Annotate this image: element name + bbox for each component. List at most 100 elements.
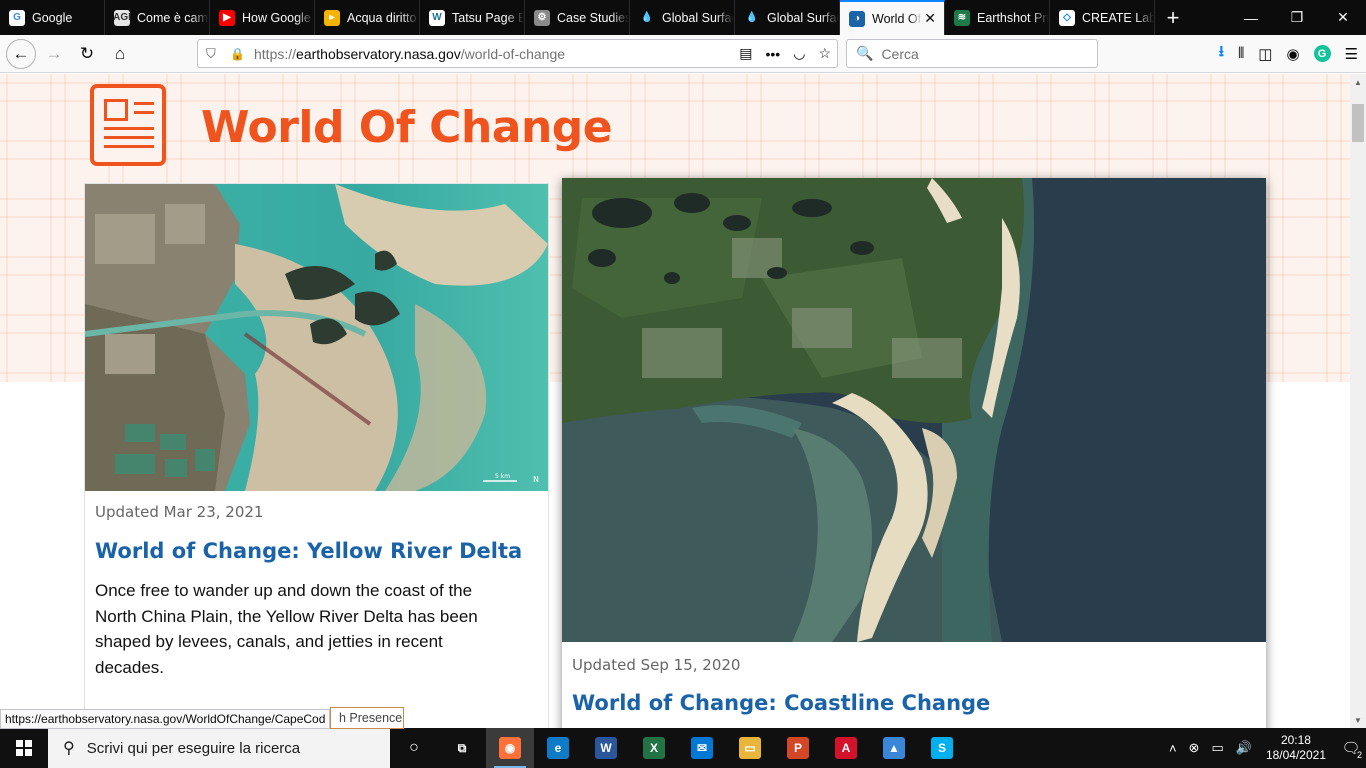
article-card-coastline-change[interactable]: Updated Sep 15, 2020 World of Change: Co… bbox=[562, 178, 1266, 728]
tab-title: Global Surface bbox=[767, 10, 839, 25]
browser-tab[interactable]: ◑ World Of Change✕ bbox=[840, 0, 945, 35]
youtube-icon: ▶ bbox=[219, 9, 235, 26]
yellow-river-delta-satellite-image[interactable]: 5 km N bbox=[85, 184, 548, 491]
sidebar-icon[interactable]: ◫ bbox=[1258, 45, 1272, 63]
back-button[interactable]: ← bbox=[6, 38, 36, 69]
browser-tab[interactable]: ⚙ Case Studies bbox=[525, 0, 630, 35]
google-icon: G bbox=[9, 9, 25, 26]
windows-logo-icon bbox=[16, 740, 32, 756]
excel-icon: X bbox=[643, 737, 665, 759]
firefox-icon: ◉ bbox=[499, 737, 521, 759]
volume-icon[interactable]: 🔊 bbox=[1236, 740, 1252, 756]
browser-tab[interactable]: ▸ Acqua diritto bbox=[315, 0, 420, 35]
north-arrow-label: N bbox=[533, 475, 539, 484]
photos-taskbar-button[interactable]: ▲ bbox=[870, 728, 918, 768]
address-bar-actions: ▤ ••• ◡ ☆ bbox=[739, 40, 831, 67]
minimize-button[interactable]: — bbox=[1228, 0, 1274, 35]
search-icon: ⚲ bbox=[63, 740, 75, 757]
browser-tab[interactable]: G Google bbox=[0, 0, 105, 35]
page-actions-icon[interactable]: ••• bbox=[766, 46, 781, 62]
start-button[interactable] bbox=[0, 728, 48, 768]
browser-tab[interactable]: ▶ How Google Earth bbox=[210, 0, 315, 35]
article-card-yellow-river[interactable]: 5 km N Updated Mar 23, 2021 World of Cha… bbox=[84, 183, 549, 728]
browser-tab[interactable]: AGI Come è cambiato bbox=[105, 0, 210, 35]
file-explorer-taskbar-button[interactable]: ▭ bbox=[726, 728, 774, 768]
close-window-button[interactable]: ✕ bbox=[1320, 0, 1366, 35]
url-text[interactable]: https://earthobservatory.nasa.gov/world-… bbox=[254, 46, 565, 62]
photos-icon: ▲ bbox=[883, 737, 905, 759]
download-icon[interactable]: ⭳ bbox=[1219, 41, 1224, 66]
forward-button[interactable]: → bbox=[39, 39, 69, 69]
partial-button[interactable]: h Presence bbox=[330, 707, 404, 729]
mail-icon: ✉ bbox=[691, 737, 713, 759]
scroll-down-arrow-icon[interactable]: ▼ bbox=[1350, 712, 1366, 728]
browser-tab[interactable]: 💧 Global Surface bbox=[630, 0, 735, 35]
search-box[interactable]: 🔍 Cerca bbox=[846, 39, 1098, 68]
article-logo-icon bbox=[90, 84, 166, 166]
system-tray: ˄ ⊗ ▭ 🔊 20:18 18/04/2021 🗨 2 bbox=[1163, 728, 1366, 768]
browser-tab[interactable]: ◇ CREATE Lab bbox=[1050, 0, 1155, 35]
clock[interactable]: 20:18 18/04/2021 bbox=[1266, 733, 1326, 763]
task-view-taskbar-button[interactable]: ⧉ bbox=[438, 728, 486, 768]
chevron-up-icon[interactable]: ˄ bbox=[1169, 741, 1177, 756]
battery-icon[interactable]: ▭ bbox=[1211, 740, 1223, 756]
skype-taskbar-button[interactable]: S bbox=[918, 728, 966, 768]
taskbar-search-box[interactable]: ⚲ Scrivi qui per eseguire la ricerca bbox=[48, 728, 390, 768]
powerpoint-taskbar-button[interactable]: P bbox=[774, 728, 822, 768]
edge-icon: e bbox=[547, 737, 569, 759]
tab-list: G Google AGI Come è cambiato ▶ How Google Ear… bbox=[0, 0, 1155, 35]
edge-taskbar-button[interactable]: e bbox=[534, 728, 582, 768]
account-icon[interactable]: ◉ bbox=[1286, 45, 1299, 63]
reload-button[interactable]: ↻ bbox=[72, 39, 102, 69]
navigation-toolbar: ← → ↻ ⌂ ⛉ 🔒 https://earthobservatory.nas… bbox=[0, 35, 1366, 73]
tracking-shield-icon[interactable]: ⛉ bbox=[206, 46, 222, 62]
card-title-link[interactable]: World of Change: Yellow River Delta bbox=[95, 539, 522, 563]
cortana-circle-icon: ○ bbox=[409, 739, 419, 756]
lock-icon[interactable]: 🔒 bbox=[230, 47, 246, 61]
water-drop-icon: 💧 bbox=[639, 9, 655, 26]
address-bar[interactable]: ⛉ 🔒 https://earthobservatory.nasa.gov/wo… bbox=[197, 39, 838, 68]
cortana-button[interactable]: ○ bbox=[390, 728, 438, 768]
cape-cod-satellite-image[interactable] bbox=[562, 178, 1266, 642]
reader-view-icon[interactable]: ▤ bbox=[739, 45, 752, 62]
action-center-button[interactable]: 🗨 2 bbox=[1336, 728, 1366, 768]
page-title: World Of Change bbox=[201, 102, 613, 153]
pocket-icon[interactable]: ◡ bbox=[793, 45, 805, 62]
browser-tab[interactable]: ≋ Earthshot Prize bbox=[945, 0, 1050, 35]
notification-count: 2 bbox=[1356, 750, 1362, 760]
excel-taskbar-button[interactable]: X bbox=[630, 728, 678, 768]
bookmark-star-icon[interactable]: ☆ bbox=[818, 45, 831, 62]
card-title-link[interactable]: World of Change: Coastline Change bbox=[572, 691, 990, 715]
card-description: Once free to wander up and down the coas… bbox=[95, 581, 478, 677]
mail-taskbar-button[interactable]: ✉ bbox=[678, 728, 726, 768]
card-updated-date: Updated Mar 23, 2021 bbox=[95, 503, 264, 521]
acrobat-taskbar-button[interactable]: A bbox=[822, 728, 870, 768]
file-explorer-icon: ▭ bbox=[739, 737, 761, 759]
water-drop-icon: 💧 bbox=[744, 9, 760, 26]
url-prefix: https:// bbox=[254, 45, 297, 62]
home-button[interactable]: ⌂ bbox=[105, 39, 135, 69]
restore-button[interactable]: ❐ bbox=[1274, 0, 1320, 35]
scroll-thumb[interactable] bbox=[1352, 104, 1364, 142]
menu-icon[interactable]: ☰ bbox=[1345, 45, 1358, 63]
new-tab-button[interactable]: + bbox=[1155, 0, 1191, 35]
network-disconnected-icon[interactable]: ⊗ bbox=[1189, 740, 1200, 756]
grammarly-icon[interactable]: G bbox=[1313, 45, 1331, 62]
tab-strip: G Google AGI Come è cambiato ▶ How Google Ear… bbox=[0, 0, 1366, 35]
browser-tab[interactable]: 💧 Global Surface bbox=[735, 0, 840, 35]
tab-title: Earthshot Prize bbox=[977, 10, 1049, 25]
wordpress-icon: W bbox=[429, 9, 445, 26]
slides-icon: ▸ bbox=[324, 9, 340, 26]
page-content: World Of Change 5 km N Updated Mar 23, 2… bbox=[0, 74, 1350, 728]
taskbar-apps: ⧉ ◉ e W X ✉ ▭ P A ▲ S bbox=[438, 728, 966, 768]
scroll-up-arrow-icon[interactable]: ▲ bbox=[1350, 74, 1366, 90]
search-icon: 🔍 bbox=[856, 45, 874, 61]
page-scrollbar[interactable]: ▲ ▼ bbox=[1350, 74, 1366, 728]
browser-tab[interactable]: W Tatsu Page Builder bbox=[420, 0, 525, 35]
arrow-right-icon: → bbox=[45, 43, 63, 63]
word-taskbar-button[interactable]: W bbox=[582, 728, 630, 768]
library-icon[interactable]: ⫴ bbox=[1238, 45, 1244, 62]
tab-title: Tatsu Page Builder bbox=[452, 10, 524, 25]
firefox-taskbar-button[interactable]: ◉ bbox=[486, 728, 534, 768]
close-tab-icon[interactable]: ✕ bbox=[924, 10, 936, 27]
